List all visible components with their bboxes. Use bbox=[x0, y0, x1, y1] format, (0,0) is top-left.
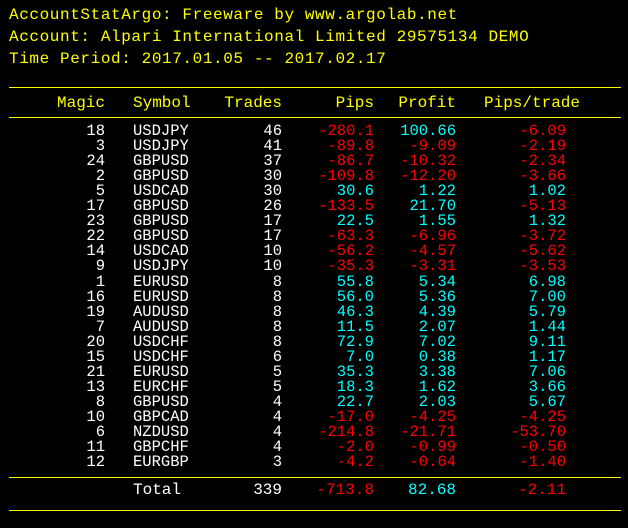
account-info: Account: Alpari International Limited 29… bbox=[9, 28, 530, 46]
cell-trades: 8 bbox=[272, 273, 282, 291]
cell-magic: 14 bbox=[86, 242, 105, 260]
cell-pips-per-trade: -1.40 bbox=[519, 453, 566, 471]
cell-trades: 10 bbox=[263, 257, 282, 275]
header-divider bbox=[9, 87, 621, 88]
cell-magic: 2 bbox=[95, 167, 105, 185]
table-top-divider bbox=[9, 117, 621, 118]
cell-magic: 19 bbox=[86, 303, 105, 321]
cell-trades: 5 bbox=[272, 363, 282, 381]
total-label: Total bbox=[133, 481, 182, 499]
total-divider bbox=[9, 477, 621, 478]
cell-trades: 4 bbox=[272, 438, 282, 456]
time-period: Time Period: 2017.01.05 -- 2017.02.17 bbox=[9, 50, 387, 68]
cell-pips-per-trade: -3.53 bbox=[519, 257, 566, 275]
cell-magic: 13 bbox=[86, 378, 105, 396]
cell-symbol: USDJPY bbox=[133, 257, 189, 275]
cell-profit: -3.31 bbox=[409, 257, 456, 275]
column-header-trades: Trades bbox=[224, 94, 282, 112]
total-pips: -713.8 bbox=[316, 481, 374, 499]
cell-trades: 8 bbox=[272, 303, 282, 321]
column-header-profit: Profit bbox=[398, 94, 456, 112]
cell-trades: 4 bbox=[272, 423, 282, 441]
cell-trades: 4 bbox=[272, 408, 282, 426]
cell-pips: -4.2 bbox=[336, 453, 374, 471]
total-pips-per-trade: -2.11 bbox=[517, 481, 566, 499]
cell-trades: 8 bbox=[272, 288, 282, 306]
total-profit: 82.68 bbox=[407, 481, 456, 499]
total-trades: 339 bbox=[253, 481, 282, 499]
bottom-divider bbox=[9, 510, 621, 511]
cell-trades: 8 bbox=[272, 333, 282, 351]
cell-trades: 6 bbox=[272, 348, 282, 366]
cell-trades: 5 bbox=[272, 378, 282, 396]
cell-trades: 4 bbox=[272, 393, 282, 411]
column-header-symbol: Symbol bbox=[133, 94, 191, 112]
cell-magic: 10 bbox=[86, 408, 105, 426]
column-header-pips-per-trade: Pips/trade bbox=[483, 94, 580, 112]
cell-magic: 12 bbox=[86, 453, 105, 471]
cell-symbol: EURGBP bbox=[133, 453, 189, 471]
cell-magic: 9 bbox=[95, 257, 105, 275]
cell-profit: -0.64 bbox=[409, 453, 456, 471]
column-header-magic: Magic bbox=[56, 94, 105, 112]
app-title: AccountStatArgo: Freeware by www.argolab… bbox=[9, 6, 458, 24]
cell-trades: 3 bbox=[272, 453, 282, 471]
cell-magic: 24 bbox=[86, 152, 105, 170]
cell-trades: 8 bbox=[272, 318, 282, 336]
cell-magic: 18 bbox=[86, 122, 105, 140]
account-stat-window: { "header": { "line1": "AccountStatArgo:… bbox=[0, 0, 628, 528]
column-header-pips: Pips bbox=[335, 94, 374, 112]
cell-pips: -35.3 bbox=[327, 257, 374, 275]
